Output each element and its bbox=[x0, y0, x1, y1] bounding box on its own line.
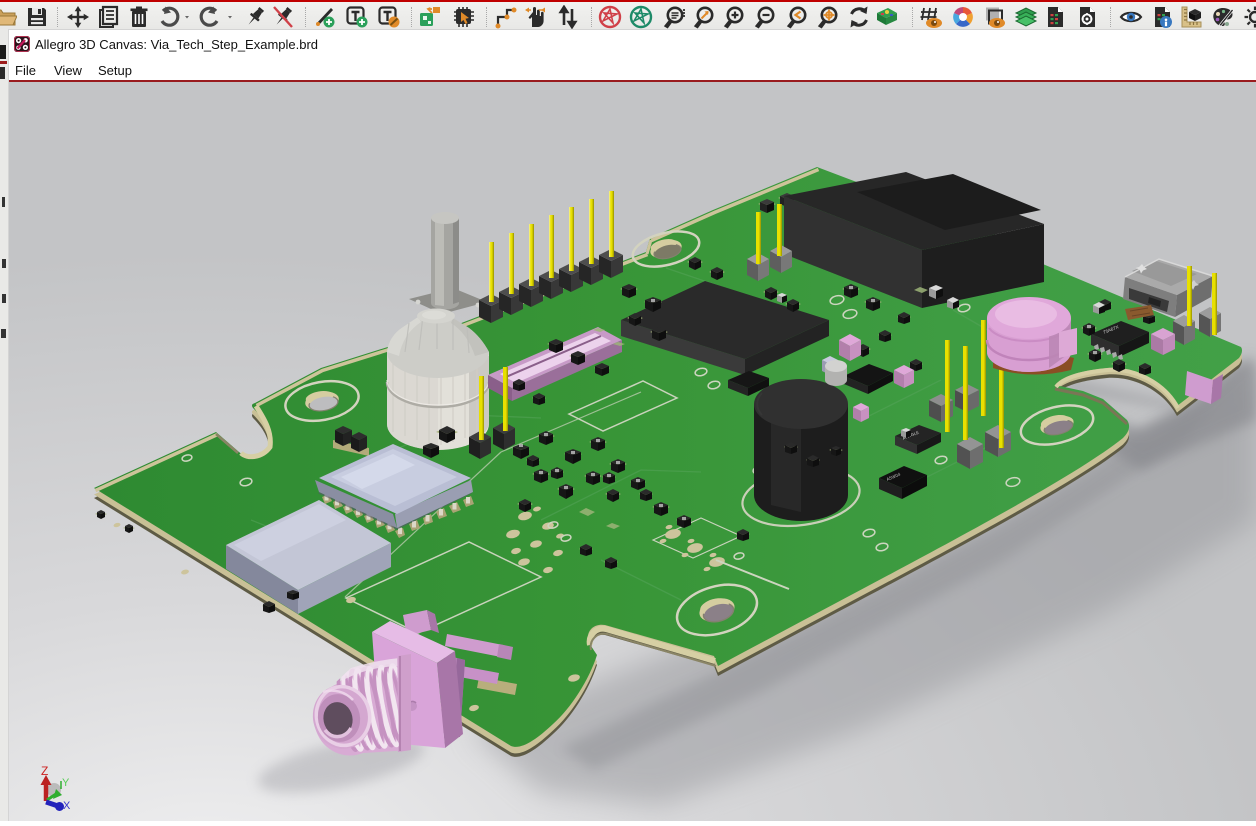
svg-text:X: X bbox=[63, 800, 71, 812]
svg-text:Z: Z bbox=[41, 764, 48, 778]
svg-text:Y: Y bbox=[62, 777, 70, 789]
